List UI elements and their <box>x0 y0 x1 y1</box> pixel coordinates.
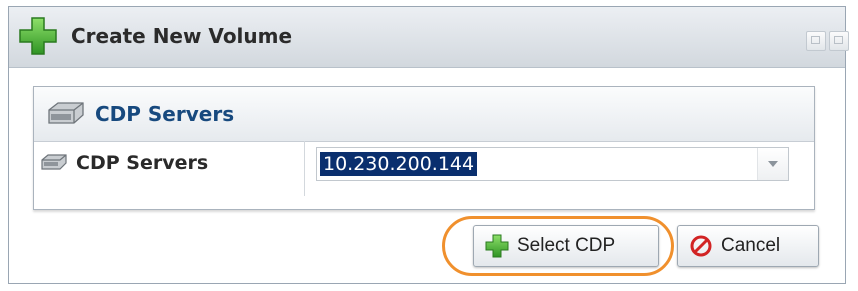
select-cdp-label: Select CDP <box>517 235 616 256</box>
cancel-icon <box>690 235 712 257</box>
restore-button[interactable] <box>806 31 826 51</box>
cdp-servers-label: CDP Servers <box>76 152 209 174</box>
dropdown-arrow-icon[interactable] <box>757 148 788 180</box>
select-cdp-button[interactable]: Select CDP <box>473 225 659 267</box>
server-icon <box>48 102 84 124</box>
add-icon <box>19 17 57 55</box>
cancel-button[interactable]: Cancel <box>677 225 819 267</box>
add-icon <box>485 234 509 258</box>
cancel-label: Cancel <box>721 235 781 256</box>
panel-title: CDP Servers <box>95 102 235 126</box>
column-divider <box>304 141 305 196</box>
selected-server-value: 10.230.200.144 <box>320 152 478 176</box>
server-icon <box>41 154 67 170</box>
cdp-server-row: CDP Servers 10.230.200.144 <box>34 141 814 196</box>
dialog-title: Create New Volume <box>71 24 293 48</box>
cdp-server-select[interactable]: 10.230.200.144 <box>316 147 789 181</box>
create-volume-dialog: Create New Volume CDP Servers CDP Server… <box>8 6 849 284</box>
dialog-titlebar[interactable]: Create New Volume <box>9 7 849 68</box>
close-button[interactable] <box>829 31 849 51</box>
panel-header: CDP Servers <box>34 87 814 142</box>
cdp-servers-panel: CDP Servers CDP Servers 10.230.200.144 <box>33 86 815 210</box>
